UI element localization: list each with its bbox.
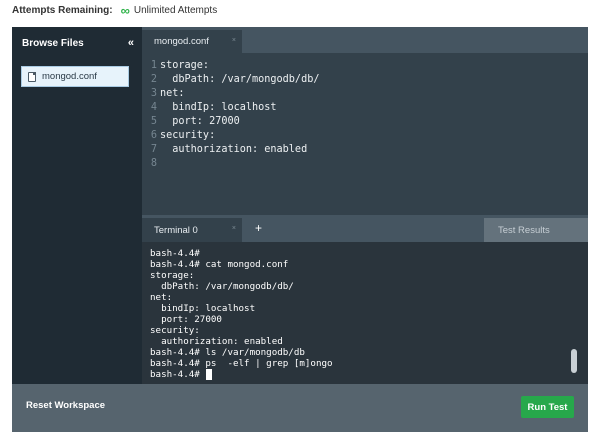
terminal-line: bash-4.4# cat mongod.conf: [150, 259, 289, 270]
file-item-mongod-conf[interactable]: mongod.conf: [21, 66, 129, 87]
run-test-button[interactable]: Run Test: [521, 396, 574, 418]
attempts-value: Unlimited Attempts: [133, 4, 218, 16]
terminal-line: net:: [150, 292, 173, 303]
line-text: authorization: enabled: [160, 144, 308, 155]
terminal-prompt-line: bash-4.4#: [150, 369, 213, 380]
code-line: 7 authorization: enabled: [142, 143, 307, 157]
close-icon[interactable]: ×: [232, 37, 236, 44]
line-number: 3: [150, 88, 157, 99]
line-text: net:: [160, 88, 185, 99]
tab-test-results[interactable]: Test Results: [484, 218, 588, 242]
footer-bar: Reset Workspace Run Test: [12, 384, 588, 432]
infinity-icon: ∞: [120, 2, 130, 18]
plus-icon[interactable]: +: [255, 221, 262, 235]
terminal-line: bindIp: localhost: [150, 303, 256, 314]
editor-tab-bar: mongod.conf ×: [142, 27, 588, 53]
code-line: 5 port: 27000: [142, 115, 240, 129]
attempts-bar: Attempts Remaining: ∞ Unlimited Attempts: [0, 0, 600, 20]
line-number: 4: [150, 102, 157, 113]
line-text: storage:: [160, 60, 210, 71]
line-text: port: 27000: [160, 116, 240, 127]
code-line: 6 security:: [142, 129, 215, 143]
terminal-line: authorization: enabled: [150, 336, 283, 347]
terminal-scrollbar[interactable]: [571, 349, 577, 373]
line-number: 8: [150, 158, 157, 169]
attempts-label: Attempts Remaining:: [12, 4, 113, 16]
terminal-output[interactable]: bash-4.4# bash-4.4# cat mongod.conf stor…: [142, 242, 588, 384]
code-line: 4 bindIp: localhost: [142, 101, 277, 115]
sidebar-header: Browse Files «: [12, 27, 142, 59]
editor-tab-mongod-conf[interactable]: mongod.conf ×: [142, 30, 242, 53]
terminal-line: bash-4.4# ls /var/mongodb/db: [150, 347, 305, 358]
terminal-line: dbPath: /var/mongodb/db/: [150, 281, 294, 292]
terminal-prompt: bash-4.4#: [150, 369, 206, 380]
line-text: dbPath: /var/mongodb/db/: [160, 74, 320, 85]
terminal-line: bash-4.4#: [150, 248, 200, 259]
editor-tab-label: mongod.conf: [154, 36, 209, 47]
line-number: 6: [150, 130, 157, 141]
file-icon: [28, 71, 36, 82]
code-line: 8: [142, 157, 160, 171]
file-item-label: mongod.conf: [42, 71, 97, 82]
code-line: 3 net:: [142, 87, 185, 101]
line-text: bindIp: localhost: [160, 102, 277, 113]
code-line: 1 storage:: [142, 59, 209, 73]
reset-workspace-button[interactable]: Reset Workspace: [26, 400, 105, 411]
line-number: 2: [150, 74, 157, 85]
terminal-cursor: [206, 369, 213, 380]
line-number: 5: [150, 116, 157, 127]
terminal-line: security:: [150, 325, 200, 336]
double-chevron-left-icon[interactable]: «: [128, 37, 134, 49]
terminal-tab-label: Terminal 0: [154, 224, 198, 236]
workspace: Browse Files « mongod.conf mongod.conf ×…: [12, 27, 588, 432]
line-text: security:: [160, 130, 216, 141]
terminal-line: storage:: [150, 270, 195, 281]
line-number: 1: [150, 60, 157, 71]
terminal-tab-bar: Terminal 0 × + Test Results: [142, 215, 588, 242]
code-line: 2 dbPath: /var/mongodb/db/: [142, 73, 320, 87]
tab-terminal-0[interactable]: Terminal 0 ×: [142, 218, 242, 242]
line-number: 7: [150, 144, 157, 155]
terminal-line: port: 27000: [150, 314, 222, 325]
code-editor[interactable]: 1 storage: 2 dbPath: /var/mongodb/db/ 3 ne…: [142, 53, 588, 215]
terminal-line: bash-4.4# ps -elf | grep [m]ongo: [150, 358, 333, 369]
sidebar-title: Browse Files: [22, 37, 84, 49]
file-browser-sidebar: Browse Files « mongod.conf: [12, 27, 142, 384]
close-icon[interactable]: ×: [232, 225, 236, 232]
